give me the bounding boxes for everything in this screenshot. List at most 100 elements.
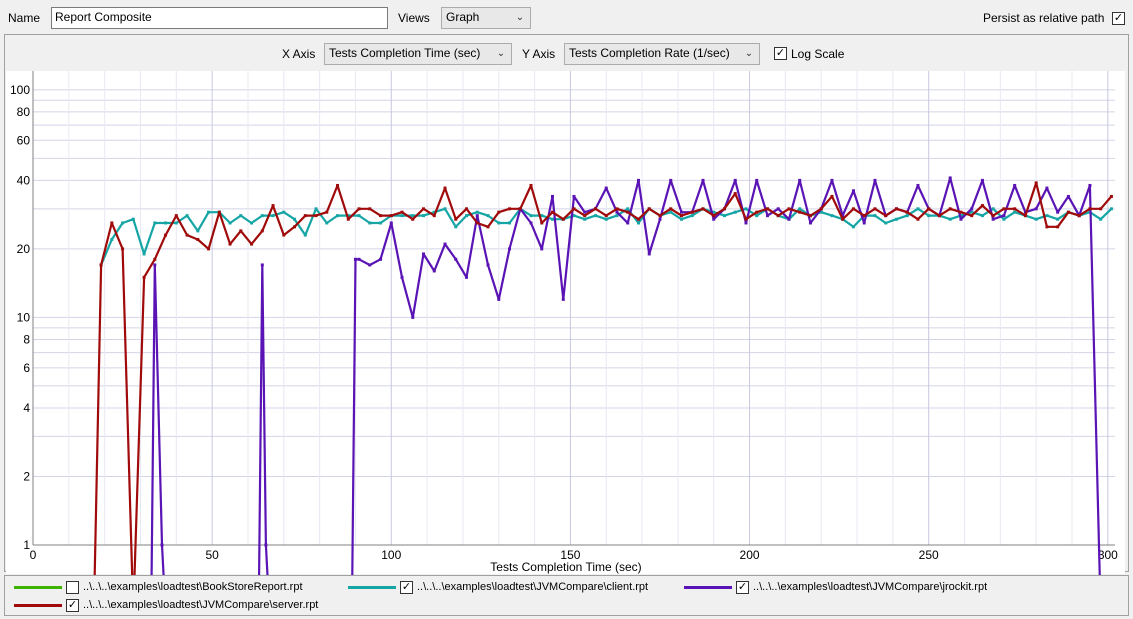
x-tick-label: 250: [919, 548, 939, 562]
checkmark-icon: ✓: [401, 581, 412, 593]
data-point: [142, 252, 146, 256]
legend-entry: ✓ ..\..\..\examples\loadtest\JVMCompare\c…: [348, 579, 668, 595]
data-point: [1045, 214, 1049, 218]
data-point: [121, 247, 125, 251]
data-point: [325, 210, 329, 214]
data-point: [260, 229, 264, 233]
legend-label: ..\..\..\examples\loadtest\BookStoreRepo…: [83, 581, 303, 593]
data-point: [669, 178, 673, 182]
data-point: [475, 221, 479, 225]
y-tick-label: 80: [17, 105, 31, 119]
data-point: [873, 207, 877, 211]
data-point: [99, 263, 103, 267]
data-point: [690, 210, 694, 214]
data-point: [744, 207, 748, 211]
data-point: [196, 237, 200, 241]
data-point: [927, 214, 931, 218]
data-point: [314, 214, 318, 218]
data-point: [776, 214, 780, 218]
data-point: [228, 242, 232, 246]
data-point: [465, 207, 469, 211]
data-point: [787, 217, 791, 221]
data-point: [980, 178, 984, 182]
data-point: [755, 210, 759, 214]
data-point: [164, 233, 168, 237]
data-point: [264, 543, 268, 547]
data-point: [454, 257, 458, 261]
data-point: [475, 214, 479, 218]
data-point: [529, 183, 533, 187]
data-point: [508, 207, 512, 211]
data-point: [905, 210, 909, 214]
data-point: [701, 178, 705, 182]
data-point: [465, 275, 469, 279]
data-point: [336, 214, 340, 218]
data-point: [368, 263, 372, 267]
y-tick-label: 60: [17, 133, 31, 147]
data-point: [679, 210, 683, 214]
data-point: [593, 214, 597, 218]
data-point: [357, 214, 361, 218]
legend-entry: ✓ ..\..\..\examples\loadtest\JVMCompare\s…: [14, 597, 334, 613]
data-point: [808, 214, 812, 218]
data-point: [529, 214, 533, 218]
data-point: [669, 210, 673, 214]
legend-label: ..\..\..\examples\loadtest\JVMCompare\jr…: [753, 581, 988, 593]
data-point: [991, 217, 995, 221]
data-point: [712, 214, 716, 218]
data-point: [798, 178, 802, 182]
data-point: [712, 217, 716, 221]
data-point: [916, 217, 920, 221]
data-point: [1034, 217, 1038, 221]
data-point: [615, 210, 619, 214]
legend-checkbox[interactable]: [66, 581, 79, 594]
checkmark-icon: ✓: [67, 599, 78, 611]
data-point: [1013, 207, 1017, 211]
legend-checkbox[interactable]: ✓: [736, 581, 749, 594]
data-point: [970, 207, 974, 211]
data-point: [647, 252, 651, 256]
data-point: [217, 210, 221, 214]
data-point: [701, 207, 705, 211]
data-point: [160, 543, 164, 547]
data-point: [916, 207, 920, 211]
data-point: [991, 214, 995, 218]
data-point: [325, 221, 329, 225]
data-point: [959, 210, 963, 214]
y-tick-label: 4: [23, 401, 30, 415]
data-point: [303, 214, 307, 218]
data-point: [508, 221, 512, 225]
legend-swatch: [684, 586, 732, 589]
data-point: [626, 207, 630, 211]
data-point: [1088, 207, 1092, 211]
data-point: [894, 217, 898, 221]
data-point: [1056, 217, 1060, 221]
data-point: [1002, 207, 1006, 211]
data-point: [948, 217, 952, 221]
data-point: [991, 207, 995, 211]
data-point: [400, 275, 404, 279]
legend-checkbox[interactable]: ✓: [66, 599, 79, 612]
data-point: [1002, 214, 1006, 218]
data-point: [497, 297, 501, 301]
data-point: [884, 221, 888, 225]
data-point: [765, 214, 769, 218]
data-point: [400, 214, 404, 218]
data-point: [486, 263, 490, 267]
data-point: [389, 214, 393, 218]
y-tick-label: 6: [23, 361, 30, 375]
data-point: [1066, 194, 1070, 198]
data-point: [787, 207, 791, 211]
data-point: [1023, 214, 1027, 218]
data-point: [1109, 207, 1113, 211]
data-point: [1013, 210, 1017, 214]
data-point: [357, 257, 361, 261]
x-tick-label: 300: [1098, 548, 1118, 562]
data-point: [293, 217, 297, 221]
data-point: [593, 207, 597, 211]
data-point: [529, 221, 533, 225]
legend-checkbox[interactable]: ✓: [400, 581, 413, 594]
data-point: [454, 225, 458, 229]
data-point: [851, 207, 855, 211]
data-point: [475, 210, 479, 214]
